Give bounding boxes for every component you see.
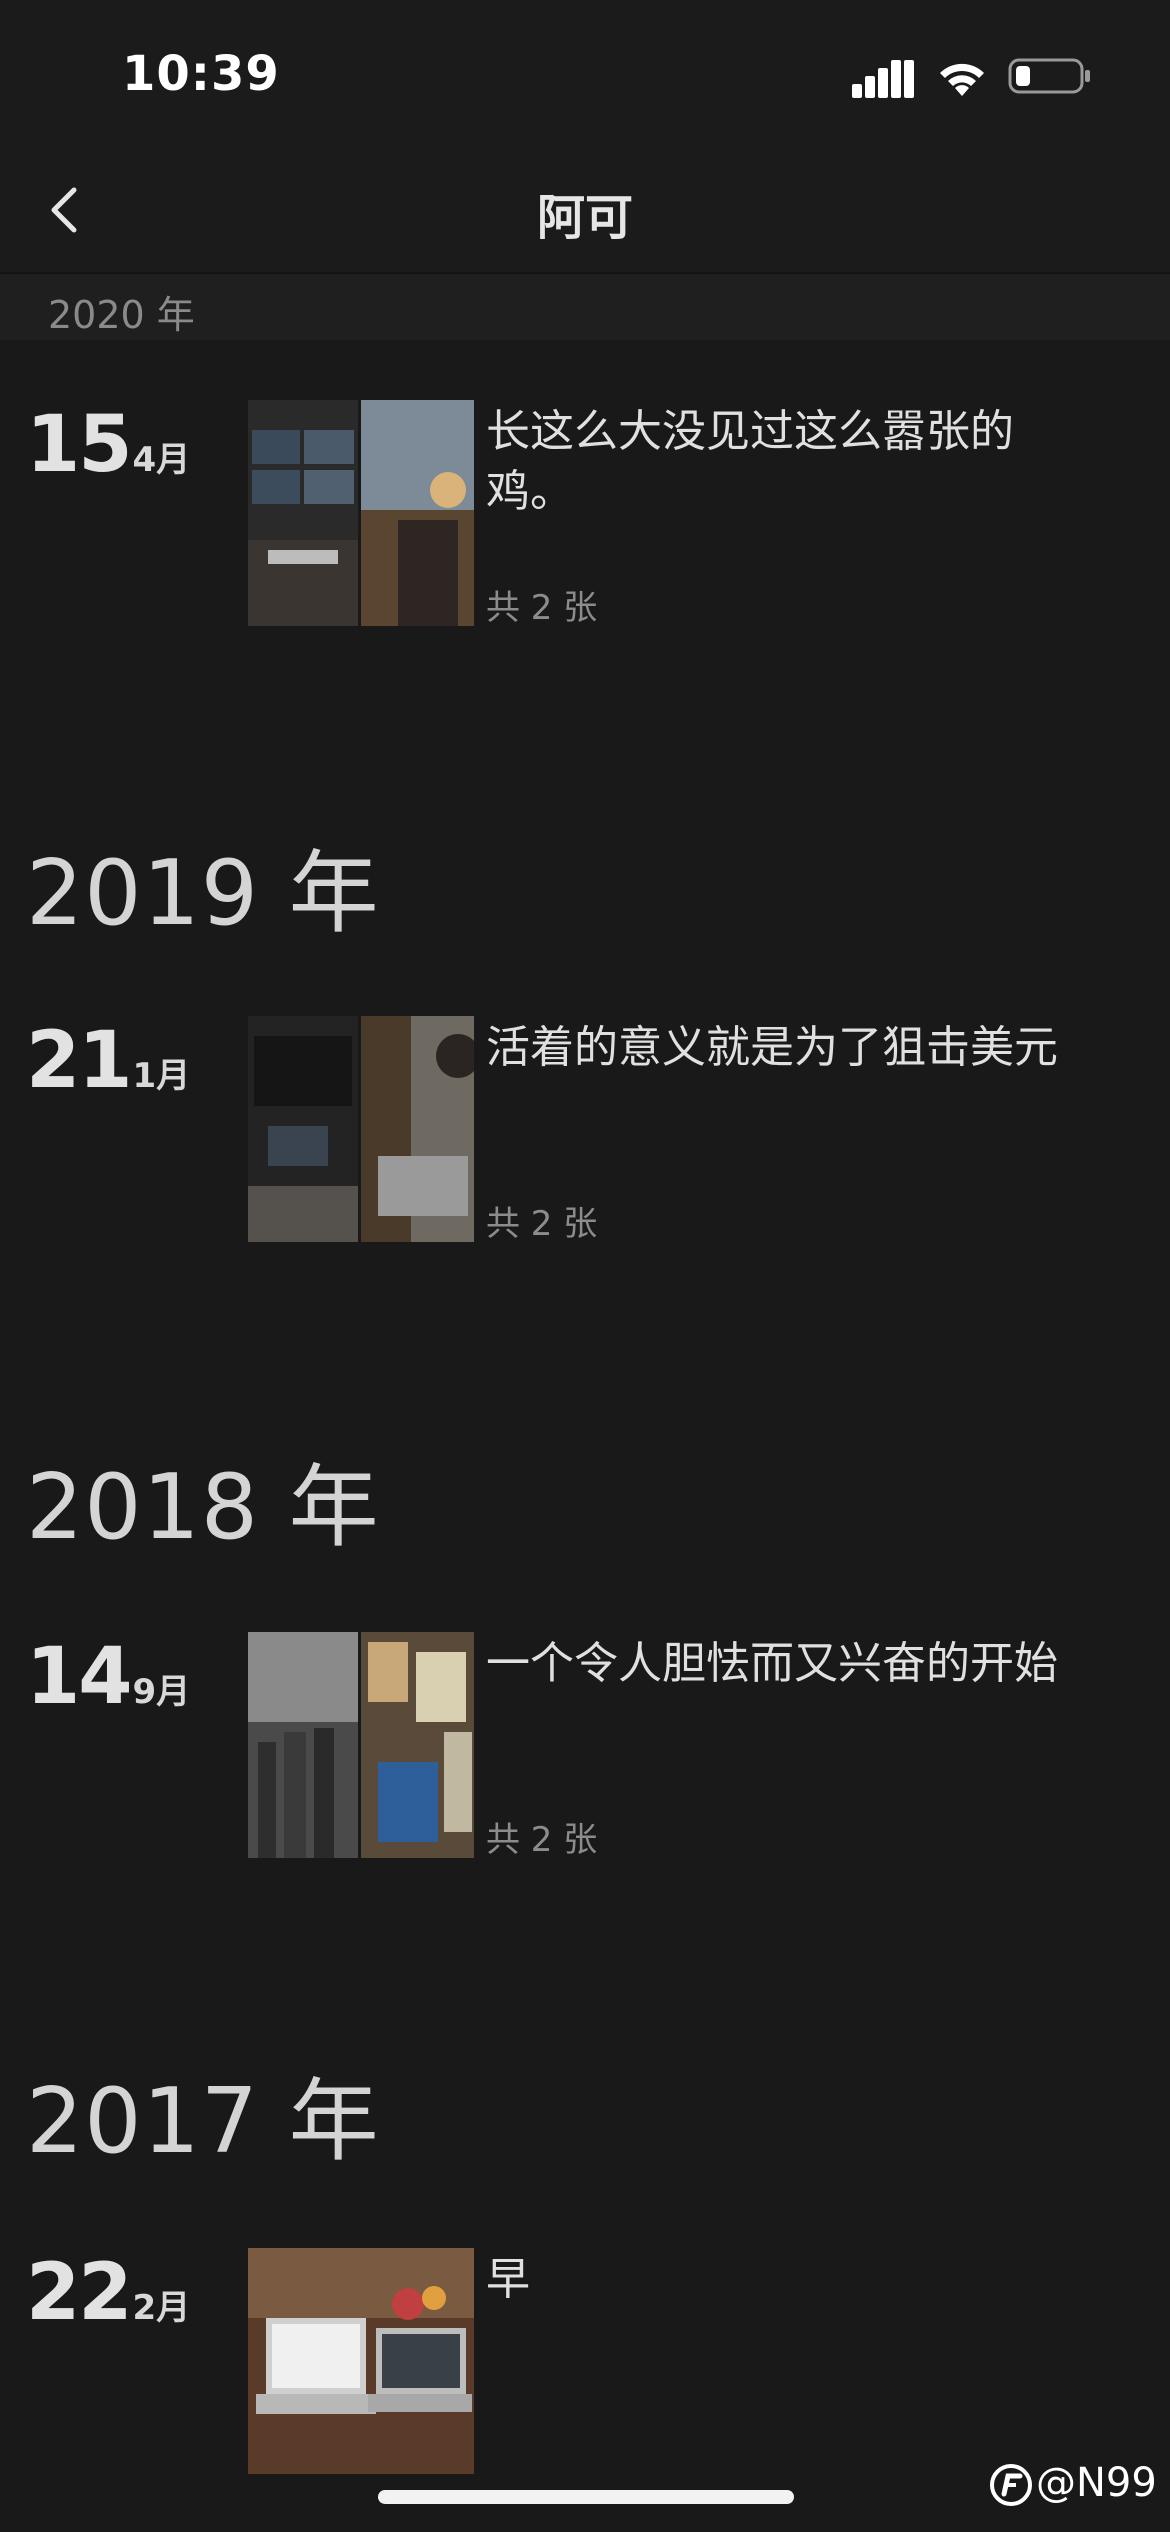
- entry-date: 222月: [26, 2248, 190, 2338]
- nav-bar: 阿可: [0, 150, 1170, 274]
- entry-photo-count: 共 2 张: [486, 588, 598, 628]
- entry-text[interactable]: 一个令人胆怯而又兴奋的开始: [486, 1634, 1086, 1694]
- cellular-signal-icon: [852, 60, 914, 98]
- home-indicator[interactable]: [378, 2490, 794, 2504]
- entry-photo-count: 共 2 张: [486, 1820, 598, 1860]
- entry-date: 149月: [26, 1632, 190, 1722]
- entry-photo-thumbnails[interactable]: [248, 400, 474, 626]
- entry-month: 9月: [132, 1672, 191, 1712]
- sticky-year-label: 2020 年: [48, 293, 195, 337]
- moment-entry[interactable]: 154月 长这么大没见过这么嚣张的鸡。 共 2 张: [0, 400, 1170, 630]
- wifi-icon: [940, 63, 984, 96]
- entry-text[interactable]: 活着的意义就是为了狙击美元: [486, 1018, 1086, 1078]
- entry-day: 21: [26, 1016, 133, 1106]
- entry-text[interactable]: 早: [486, 2250, 1086, 2310]
- entry-photo-thumbnails[interactable]: [248, 1016, 474, 1242]
- moment-entry[interactable]: 222月 早: [0, 2248, 1170, 2478]
- entry-photo-thumbnail[interactable]: [248, 2248, 474, 2474]
- entry-date: 211月: [26, 1016, 190, 1106]
- entry-text[interactable]: 长这么大没见过这么嚣张的鸡。: [486, 402, 1086, 522]
- entry-day: 14: [26, 1632, 133, 1722]
- watermark: @N99: [990, 2460, 1157, 2506]
- entry-day: 22: [26, 2248, 133, 2338]
- platform-logo-icon: [990, 2464, 1032, 2506]
- year-heading: 2019 年: [26, 841, 380, 946]
- moment-entry[interactable]: 211月 活着的意义就是为了狙击美元 共 2 张: [0, 1016, 1170, 1246]
- entry-day: 15: [26, 400, 133, 490]
- entry-date: 154月: [26, 400, 190, 490]
- entry-photo-count: 共 2 张: [486, 1204, 598, 1244]
- status-time: 10:39: [122, 46, 280, 102]
- entry-photo-thumbnails[interactable]: [248, 1632, 474, 1858]
- watermark-text: @N99: [1036, 2460, 1157, 2506]
- page-title: 阿可: [536, 190, 633, 246]
- entry-month: 2月: [132, 2288, 191, 2328]
- year-heading: 2017 年: [26, 2069, 380, 2174]
- battery-low-icon: [1008, 58, 1090, 94]
- moment-entry[interactable]: 149月 一个令人胆怯而又兴奋的开始 共 2 张: [0, 1632, 1170, 1862]
- entry-month: 4月: [132, 440, 191, 480]
- entry-month: 1月: [132, 1056, 191, 1096]
- sticky-year-header: 2020 年: [0, 274, 1170, 340]
- year-heading: 2018 年: [26, 1455, 380, 1560]
- status-bar: 10:39: [0, 0, 1170, 150]
